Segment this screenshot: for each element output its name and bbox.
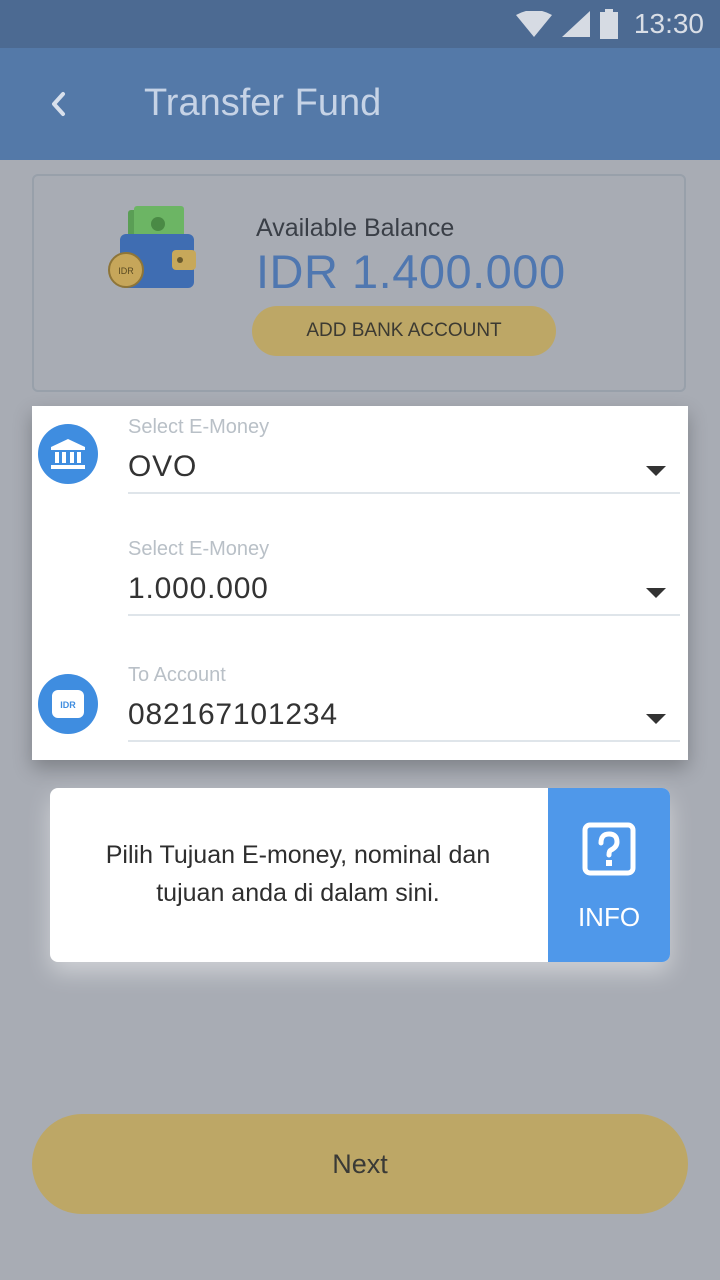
to-account-select[interactable]: To Account 082167101234 <box>128 662 680 742</box>
emoney-select-value: OVO <box>128 450 198 483</box>
nominal-select[interactable]: Select E-Money 1.000.000 <box>128 536 680 616</box>
idr-card-icon: IDR <box>52 690 84 718</box>
status-time: 13:30 <box>633 8 704 39</box>
bank-icon-badge <box>38 424 98 484</box>
wallet-badge-label: IDR <box>118 266 134 276</box>
chevron-left-icon <box>52 92 65 116</box>
info-label: INFO <box>577 902 641 932</box>
bank-icon <box>51 439 85 469</box>
wallet-icon: IDR <box>108 206 196 288</box>
app-bar: Transfer Fund <box>0 48 720 160</box>
status-icons: 13:30 <box>515 8 704 40</box>
battery-icon <box>599 9 618 39</box>
idr-card-label: IDR <box>60 700 76 710</box>
info-card: Pilih Tujuan E-money, nominal dan tujuan… <box>50 788 670 962</box>
emoney-select[interactable]: Select E-Money OVO <box>128 414 680 494</box>
back-button[interactable] <box>30 76 86 132</box>
wifi-icon <box>515 11 552 37</box>
balance-amount: IDR 1.400.000 <box>256 245 566 298</box>
transfer-form: Select E-Money OVO Select E-Money 1.000.… <box>32 406 688 760</box>
question-icon <box>582 822 636 876</box>
to-account-value: 082167101234 <box>128 698 338 731</box>
next-button[interactable]: Next <box>32 1114 688 1214</box>
nominal-select-label: Select E-Money <box>128 538 270 560</box>
page-title: Transfer Fund <box>144 82 382 124</box>
chevron-down-icon <box>646 714 666 724</box>
balance-card: IDR Available Balance IDR 1.400.000 ADD … <box>32 174 686 392</box>
add-bank-account-button[interactable]: ADD BANK ACCOUNT <box>252 306 556 356</box>
signal-icon <box>561 11 590 37</box>
emoney-select-label: Select E-Money <box>128 416 270 438</box>
balance-label: Available Balance <box>256 214 455 242</box>
chevron-down-icon <box>646 466 666 476</box>
info-text: Pilih Tujuan E-money, nominal dan tujuan… <box>105 841 491 907</box>
status-bar: 13:30 <box>0 0 720 48</box>
chevron-down-icon <box>646 588 666 598</box>
idr-icon-badge: IDR <box>38 674 98 734</box>
info-button[interactable]: INFO <box>548 788 670 962</box>
nominal-select-value: 1.000.000 <box>128 572 269 605</box>
to-account-label: To Account <box>128 664 226 686</box>
